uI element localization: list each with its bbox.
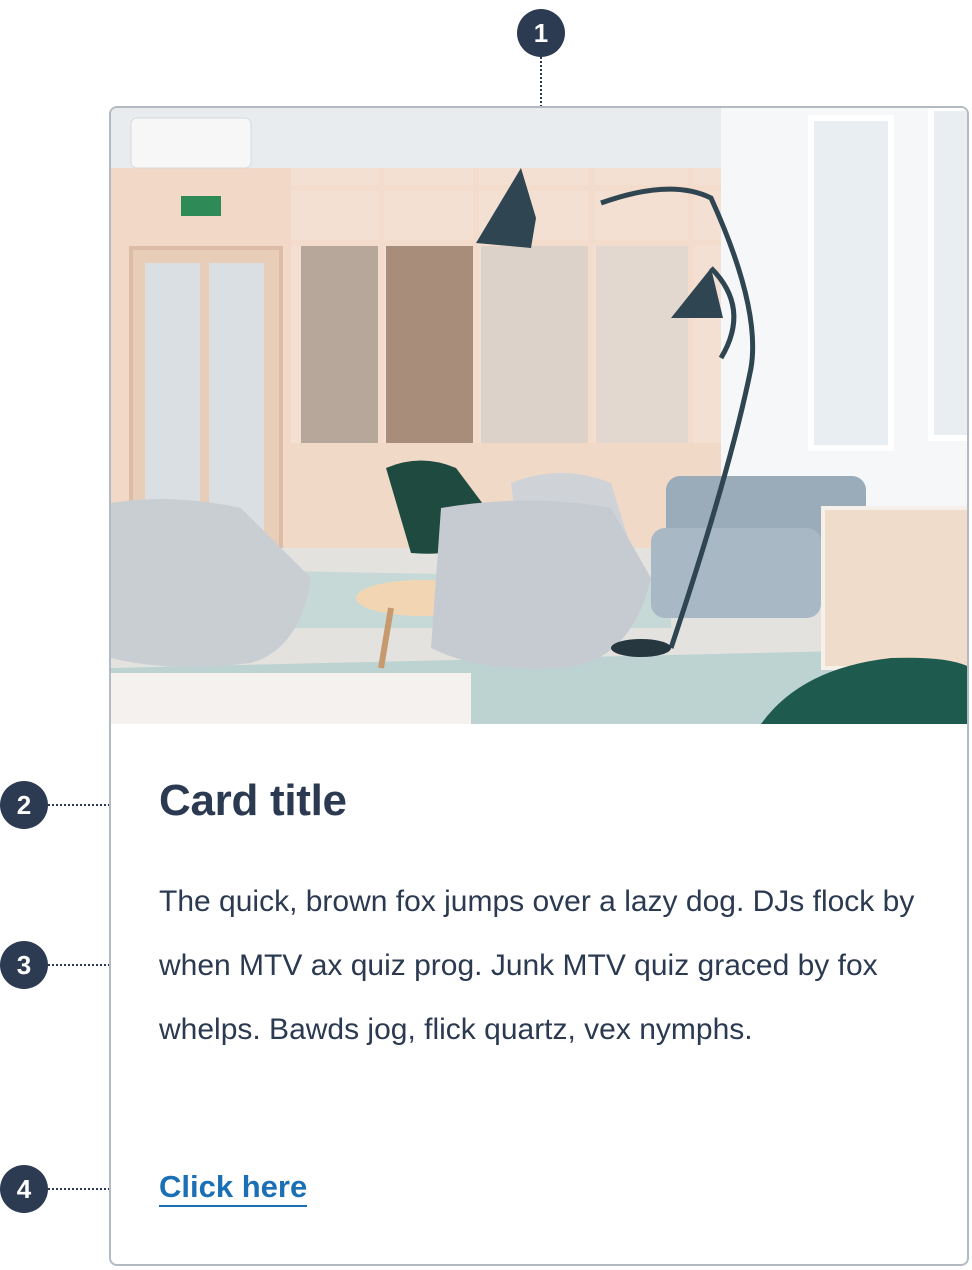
callout-4: 4	[0, 1165, 48, 1213]
callout-1: 1	[517, 9, 565, 57]
callout-1-number: 1	[533, 17, 549, 48]
callout-4-number: 4	[16, 1173, 32, 1204]
callout-3: 3	[0, 941, 48, 989]
card-link[interactable]: Click here	[159, 1170, 308, 1207]
card: Card title The quick, brown fox jumps ov…	[109, 106, 969, 1266]
callout-2: 2	[0, 781, 48, 829]
leader-line-1	[540, 57, 542, 107]
card-image	[111, 108, 967, 724]
callout-2-number: 2	[16, 789, 32, 820]
card-title: Card title	[159, 776, 347, 825]
callout-3-number: 3	[16, 949, 32, 980]
card-body-text: The quick, brown fox jumps over a lazy d…	[159, 885, 915, 1046]
